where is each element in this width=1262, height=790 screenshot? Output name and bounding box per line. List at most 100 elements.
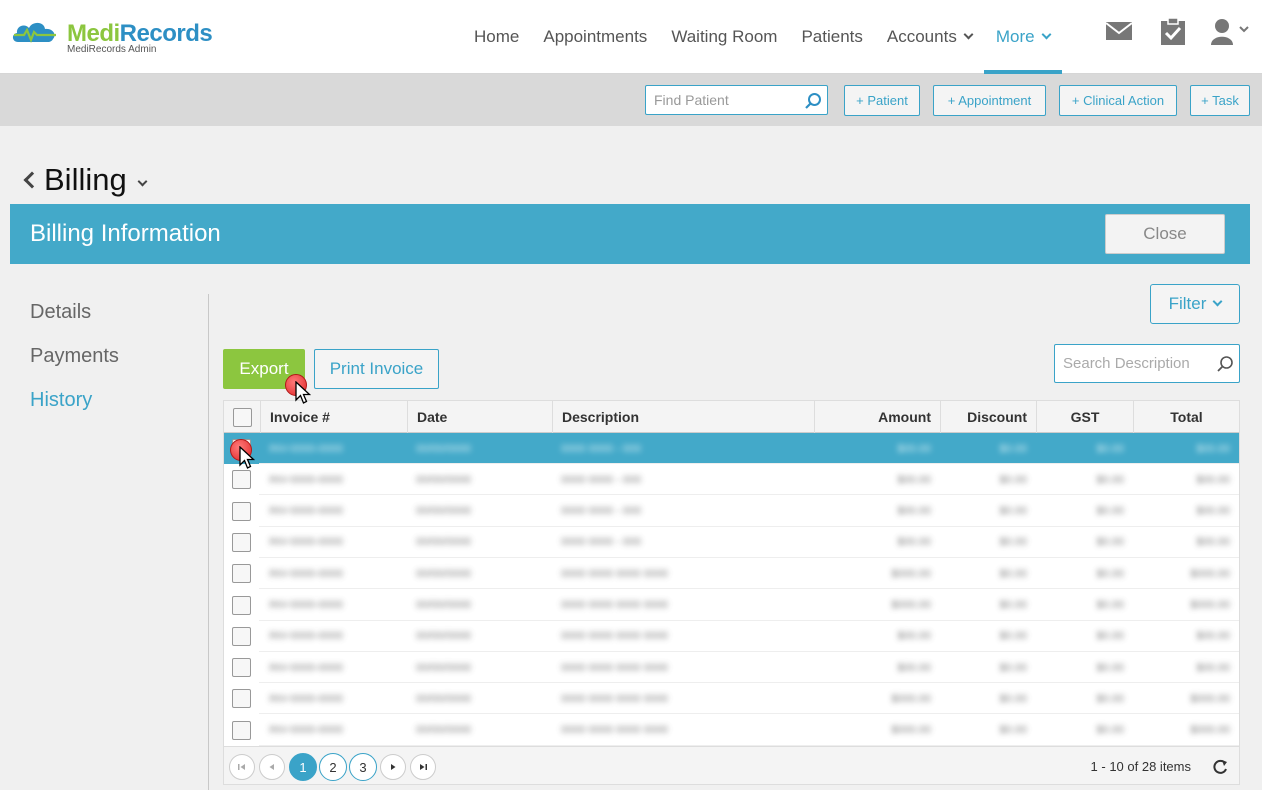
- nav-home[interactable]: Home: [462, 0, 531, 74]
- column-header-desc[interactable]: Description: [552, 401, 814, 433]
- cell-amount: $000.00: [891, 599, 931, 611]
- column-header-total[interactable]: Total: [1133, 401, 1239, 433]
- row-checkbox[interactable]: [232, 595, 251, 615]
- chevron-down-icon: [1212, 296, 1223, 307]
- nav-label: Accounts: [886, 27, 957, 46]
- cell-total: $00.00: [1196, 630, 1230, 643]
- table-row[interactable]: INV-0000-0000 00/00/0000 0000 0000 - 000 $0…: [224, 495, 1239, 527]
- mouse-cursor-icon: [239, 446, 255, 469]
- table-row[interactable]: INV-0000-0000 00/00/0000 0000 0000 0000 00…: [224, 652, 1239, 684]
- nav-label: Patients: [801, 27, 863, 46]
- cell-desc: 0000 0000 - 000: [561, 505, 642, 518]
- table-row[interactable]: INV-0000-0000 00/00/0000 0000 0000 0000 00…: [224, 683, 1239, 715]
- cell-desc: 0000 0000 - 000: [561, 442, 642, 455]
- cell-date: 00/00/0000: [416, 505, 472, 518]
- search-description-box[interactable]: [1054, 344, 1240, 383]
- cell-invoice: INV-0000-0000: [269, 442, 343, 455]
- row-checkbox[interactable]: [232, 532, 251, 552]
- table-row[interactable]: INV-0000-0000 00/00/0000 0000 0000 0000 00…: [224, 589, 1239, 621]
- cell-amount: $000.00: [891, 692, 931, 705]
- cell-desc: 0000 0000 0000 0000: [561, 724, 669, 737]
- search-icon[interactable]: [1216, 355, 1234, 373]
- action-bar: + Patient + Appointment + Clinical Actio…: [0, 74, 1262, 126]
- cell-date: 00/00/0000: [416, 661, 472, 674]
- nav-patients[interactable]: Patients: [789, 0, 874, 74]
- side-item-history[interactable]: History: [30, 378, 119, 422]
- table-row[interactable]: INV-0000-0000 00/00/0000 0000 0000 0000 00…: [224, 620, 1239, 652]
- add-appointment-button[interactable]: + Appointment: [933, 85, 1046, 116]
- prev-page-button[interactable]: [259, 754, 285, 780]
- side-item-payments[interactable]: Payments: [30, 334, 119, 378]
- column-header-date[interactable]: Date: [407, 401, 552, 433]
- clipboard-check-icon[interactable]: [1158, 16, 1188, 46]
- table-row[interactable]: INV-0000-0000 00/00/0000 0000 0000 - 000 $0…: [224, 464, 1239, 496]
- add-patient-button[interactable]: + Patient: [844, 85, 920, 116]
- search-icon[interactable]: [804, 92, 822, 110]
- table-row[interactable]: INV-0000-0000 00/00/0000 0000 0000 - 000 $0…: [224, 433, 1239, 464]
- row-checkbox[interactable]: [232, 501, 251, 521]
- nav-waiting-room[interactable]: Waiting Room: [659, 0, 789, 74]
- mail-icon[interactable]: [1104, 16, 1134, 46]
- page-button-1[interactable]: 1: [289, 753, 317, 781]
- find-patient-box[interactable]: [645, 85, 828, 115]
- page-title[interactable]: Billing: [44, 162, 127, 198]
- nav-label: Home: [474, 27, 520, 46]
- cell-desc: 0000 0000 0000 0000: [561, 661, 669, 674]
- cell-discount: $0.00: [999, 661, 1027, 674]
- table-row[interactable]: INV-0000-0000 00/00/0000 0000 0000 - 000 $0…: [224, 526, 1239, 558]
- row-checkbox-cell: [224, 589, 259, 621]
- row-checkbox[interactable]: [232, 720, 251, 740]
- row-checkbox[interactable]: [232, 689, 251, 709]
- cell-gst: $0.00: [1096, 536, 1124, 549]
- cell-total: $00.00: [1196, 536, 1230, 549]
- first-page-button[interactable]: [229, 754, 255, 780]
- table-row[interactable]: INV-0000-0000 00/00/0000 0000 0000 0000 00…: [224, 714, 1239, 746]
- refresh-icon[interactable]: [1211, 758, 1229, 776]
- table-header: Invoice # Date Description Amount Discount GS…: [224, 401, 1239, 433]
- cell-gst: $0.00: [1096, 505, 1124, 518]
- close-button[interactable]: Close: [1105, 214, 1225, 254]
- column-header-amount[interactable]: Amount: [814, 401, 940, 433]
- column-header-gst[interactable]: GST: [1036, 401, 1133, 433]
- cell-total: $000.00: [1190, 567, 1230, 580]
- nav-label: Appointments: [543, 27, 648, 46]
- column-header-discount[interactable]: Discount: [940, 401, 1036, 433]
- filter-button[interactable]: Filter: [1150, 284, 1240, 324]
- cell-date: 00/00/0000: [416, 473, 472, 486]
- row-checkbox[interactable]: [232, 626, 251, 646]
- chevron-down-icon[interactable]: [137, 176, 148, 186]
- back-chevron-icon[interactable]: [23, 171, 41, 189]
- first-page-icon: [238, 764, 245, 770]
- cell-total: $00.00: [1196, 473, 1230, 486]
- nav-accounts[interactable]: Accounts: [875, 0, 984, 74]
- table-row[interactable]: INV-0000-0000 00/00/0000 0000 0000 0000 00…: [224, 558, 1239, 590]
- search-description-input[interactable]: [1055, 345, 1210, 382]
- cell-date: 00/00/0000: [416, 599, 472, 611]
- select-all-checkbox[interactable]: [232, 407, 252, 427]
- add-task-button[interactable]: + Task: [1190, 85, 1250, 116]
- column-header-invoice[interactable]: Invoice #: [260, 401, 407, 433]
- cell-amount: $00.00: [897, 473, 931, 486]
- row-checkbox[interactable]: [232, 658, 251, 678]
- row-checkbox[interactable]: [232, 470, 251, 490]
- cell-desc: 0000 0000 0000 0000: [561, 599, 669, 611]
- side-item-details[interactable]: Details: [30, 290, 119, 334]
- page-button-2[interactable]: 2: [319, 753, 347, 781]
- cell-invoice: INV-0000-0000: [269, 630, 343, 643]
- row-checkbox[interactable]: [232, 564, 251, 584]
- medirecords-logo[interactable]: MediRecords MediRecords Admin: [10, 16, 230, 60]
- page-button-3[interactable]: 3: [349, 753, 377, 781]
- nav-appointments[interactable]: Appointments: [531, 0, 659, 74]
- print-invoice-button[interactable]: Print Invoice: [314, 349, 439, 389]
- find-patient-input[interactable]: [646, 86, 796, 114]
- last-page-button[interactable]: [410, 754, 436, 780]
- row-checkbox-cell: [224, 526, 259, 558]
- nav-more[interactable]: More: [983, 0, 1062, 74]
- next-page-button[interactable]: [380, 754, 406, 780]
- row-checkbox-cell: [224, 683, 259, 715]
- cell-date: 00/00/0000: [416, 630, 472, 643]
- add-clinical-action-button[interactable]: + Clinical Action: [1059, 85, 1177, 116]
- user-icon[interactable]: [1208, 16, 1252, 46]
- billing-side-menu: Details Payments History: [30, 290, 119, 422]
- cell-gst: $0.00: [1096, 692, 1124, 705]
